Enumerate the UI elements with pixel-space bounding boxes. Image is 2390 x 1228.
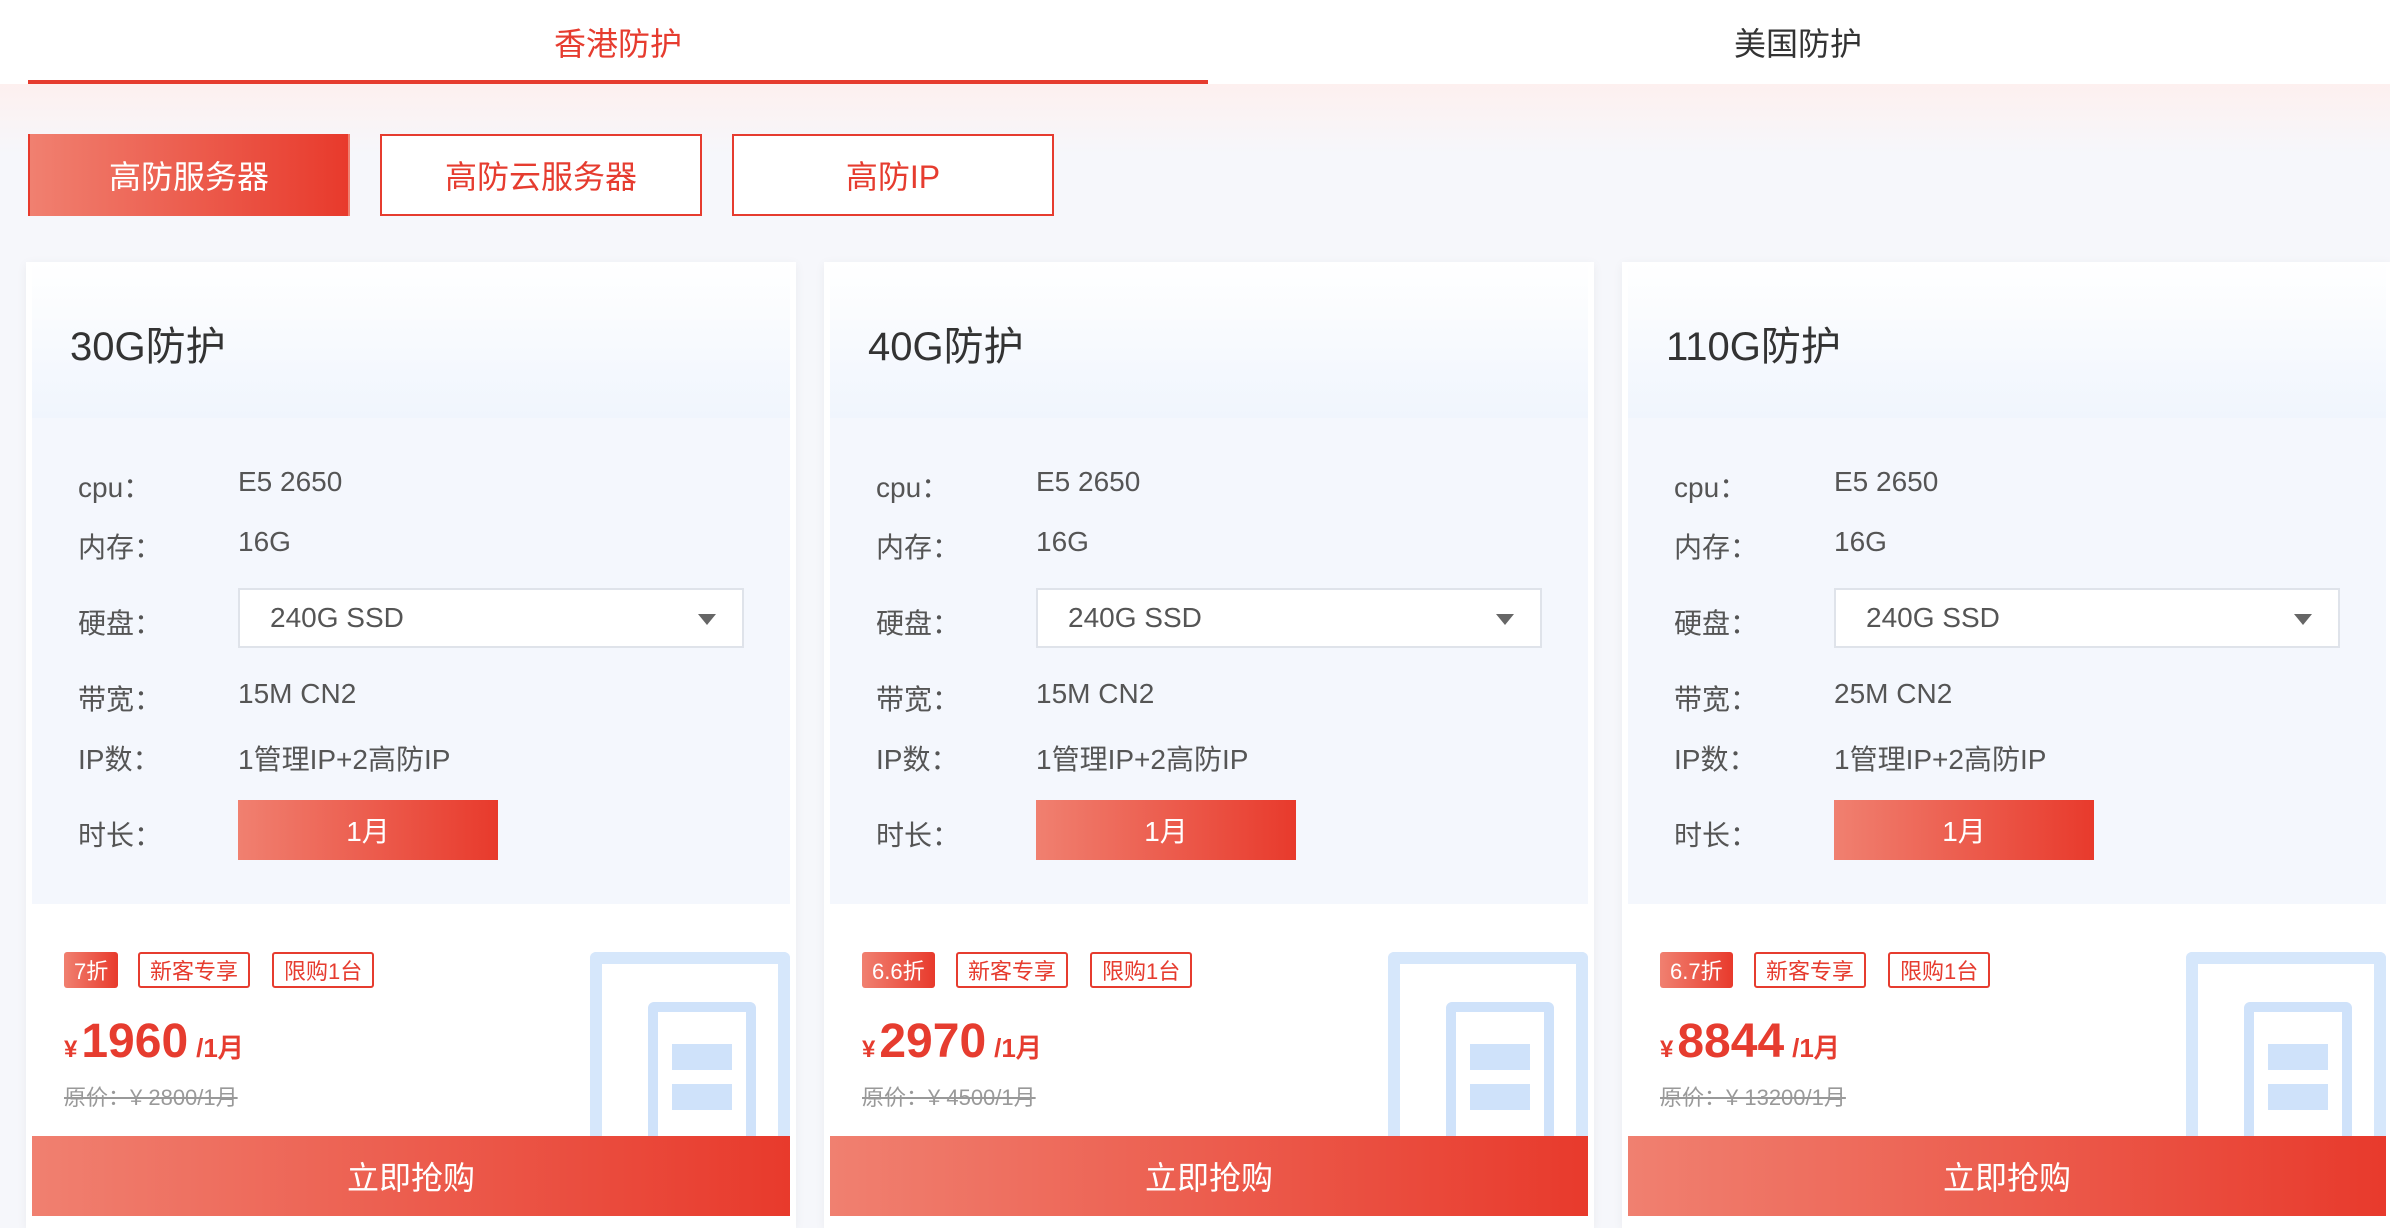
disk-select-value: 240G SSD (270, 602, 404, 633)
currency-symbol: ¥ (1660, 1036, 1674, 1063)
original-price: 原价：¥ 4500/1月 (862, 1085, 1036, 1110)
card-header: 40G防护 (830, 262, 1588, 418)
disk-label: 硬盘： (78, 608, 163, 639)
purchase-limit-badge: 限购1台 (1090, 952, 1193, 988)
card-title: 110G防护 (1666, 325, 1841, 369)
product-card: 110G防护 cpu： E5 2650 内存： 16G 硬盘： 240G SSD… (1622, 262, 2390, 1228)
currency-symbol: ¥ (862, 1036, 876, 1063)
buy-now-button[interactable]: 立即抢购 (1628, 1136, 2386, 1216)
memory-label: 内存： (78, 532, 163, 563)
memory-value: 16G (238, 526, 291, 557)
disk-label: 硬盘： (876, 608, 961, 639)
chevron-down-icon (1496, 614, 1514, 625)
ip-count-label: IP数： (1674, 744, 1757, 775)
chevron-down-icon (698, 614, 716, 625)
price-value: 8844 (1677, 1015, 1785, 1068)
cpu-value: E5 2650 (1036, 466, 1141, 497)
tab-high-defense-server[interactable]: 高防服务器 (28, 134, 350, 216)
disk-label: 硬盘： (1674, 608, 1759, 639)
memory-label: 内存： (1674, 532, 1759, 563)
cpu-label: cpu： (876, 472, 950, 503)
ip-count-label: IP数： (876, 744, 959, 775)
price-value: 2970 (879, 1015, 987, 1068)
card-header: 110G防护 (1628, 262, 2386, 418)
original-price: 原价：¥ 2800/1月 (64, 1085, 238, 1110)
bandwidth-value: 15M CN2 (1036, 678, 1155, 709)
buy-now-button[interactable]: 立即抢购 (830, 1136, 1588, 1216)
original-price: 原价：¥ 13200/1月 (1660, 1085, 1846, 1110)
duration-label: 时长： (1674, 820, 1759, 851)
bandwidth-value: 15M CN2 (238, 678, 357, 709)
disk-select-value: 240G SSD (1866, 602, 2000, 633)
memory-label: 内存： (876, 532, 961, 563)
disk-select[interactable]: 240G SSD (238, 588, 744, 648)
product-card: 30G防护 cpu： E5 2650 内存： 16G 硬盘： 240G SSD … (26, 262, 796, 1228)
ip-count-value: 1管理IP+2高防IP (1036, 744, 1249, 775)
bandwidth-label: 带宽： (1674, 684, 1759, 715)
price-unit: /1月 (994, 1033, 1042, 1063)
purchase-limit-badge: 限购1台 (1888, 952, 1991, 988)
disk-select-value: 240G SSD (1068, 602, 1202, 633)
buy-now-button[interactable]: 立即抢购 (32, 1136, 790, 1216)
card-title: 40G防护 (868, 325, 1024, 369)
header-fade (0, 84, 2390, 154)
bandwidth-value: 25M CN2 (1834, 678, 1953, 709)
currency-symbol: ¥ (64, 1036, 78, 1063)
tab-high-defense-cloud-server[interactable]: 高防云服务器 (380, 134, 702, 216)
product-card: 40G防护 cpu： E5 2650 内存： 16G 硬盘： 240G SSD … (824, 262, 1594, 1228)
price-unit: /1月 (1792, 1033, 1840, 1063)
cpu-value: E5 2650 (238, 466, 343, 497)
tab-hongkong-protection[interactable]: 香港防护 (28, 0, 1208, 84)
new-customer-badge: 新客专享 (138, 952, 251, 988)
new-customer-badge: 新客专享 (1754, 952, 1867, 988)
region-tabs: 香港防护 美国防护 (0, 0, 2390, 84)
price-unit: /1月 (196, 1033, 244, 1063)
purchase-limit-badge: 限购1台 (272, 952, 375, 988)
cpu-label: cpu： (1674, 472, 1748, 503)
memory-value: 16G (1834, 526, 1887, 557)
duration-option-1-month[interactable]: 1月 (1036, 800, 1296, 860)
ip-count-value: 1管理IP+2高防IP (238, 744, 451, 775)
price: ¥2970/1月 (862, 1014, 1042, 1069)
discount-badge: 7折 (64, 952, 119, 988)
ip-count-label: IP数： (78, 744, 161, 775)
price: ¥1960/1月 (64, 1014, 244, 1069)
duration-option-1-month[interactable]: 1月 (1834, 800, 2094, 860)
price: ¥8844/1月 (1660, 1014, 1840, 1069)
duration-label: 时长： (876, 820, 961, 851)
duration-label: 时长： (78, 820, 163, 851)
price-value: 1960 (81, 1015, 189, 1068)
bandwidth-label: 带宽： (876, 684, 961, 715)
card-title: 30G防护 (70, 325, 226, 369)
duration-option-1-month[interactable]: 1月 (238, 800, 498, 860)
discount-badge: 6.6折 (862, 952, 935, 988)
card-header: 30G防护 (32, 262, 790, 418)
disk-select[interactable]: 240G SSD (1036, 588, 1542, 648)
discount-badge: 6.7折 (1660, 952, 1733, 988)
tab-us-protection[interactable]: 美国防护 (1208, 0, 2388, 84)
ip-count-value: 1管理IP+2高防IP (1834, 744, 2047, 775)
tab-high-defense-ip[interactable]: 高防IP (732, 134, 1054, 216)
disk-select[interactable]: 240G SSD (1834, 588, 2340, 648)
cpu-value: E5 2650 (1834, 466, 1939, 497)
cpu-label: cpu： (78, 472, 152, 503)
new-customer-badge: 新客专享 (956, 952, 1069, 988)
bandwidth-label: 带宽： (78, 684, 163, 715)
memory-value: 16G (1036, 526, 1089, 557)
chevron-down-icon (2294, 614, 2312, 625)
